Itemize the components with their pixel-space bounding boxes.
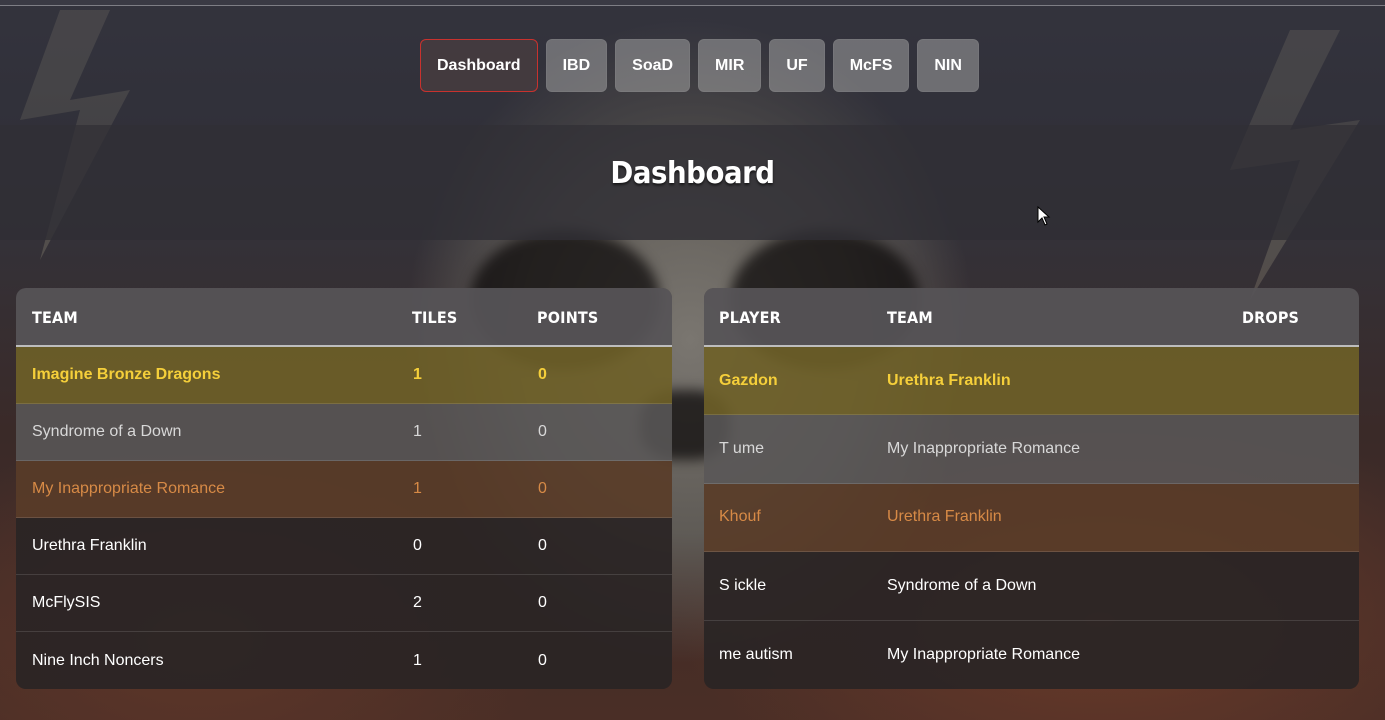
table-row: Nine Inch Noncers 1 0 [16, 632, 672, 689]
teams-table: TEAM TILES POINTS Imagine Bronze Dragons… [16, 288, 672, 689]
players-table-header: PLAYER TEAM DROPS [704, 288, 1359, 347]
players-table: PLAYER TEAM DROPS Gazdon Urethra Frankli… [704, 288, 1359, 689]
team-name: Urethra Franklin [32, 537, 147, 554]
page-title: Dashboard [610, 156, 775, 191]
player-name: Gazdon [719, 371, 778, 389]
table-row: T ume My Inappropriate Romance [704, 415, 1359, 484]
header-points[interactable]: POINTS [537, 308, 598, 327]
team-name: Syndrome of a Down [32, 423, 182, 440]
mouse-cursor-icon [1037, 206, 1051, 226]
team-tiles: 0 [413, 537, 422, 554]
table-row: S ickle Syndrome of a Down [704, 552, 1359, 621]
table-row: My Inappropriate Romance 1 0 [16, 461, 672, 518]
table-row: Gazdon Urethra Franklin [704, 347, 1359, 416]
table-row: me autism My Inappropriate Romance [704, 620, 1359, 689]
team-tiles: 2 [413, 594, 422, 611]
nav-button-mir[interactable]: MIR [698, 39, 762, 92]
header-drops[interactable]: DROPS [1242, 308, 1299, 327]
player-name: T ume [719, 440, 765, 458]
nav-button-dashboard[interactable]: Dashboard [420, 39, 538, 92]
player-team: Urethra Franklin [887, 371, 1011, 389]
player-team: Syndrome of a Down [887, 576, 1037, 594]
team-name: Nine Inch Noncers [32, 651, 164, 669]
team-points: 0 [538, 537, 547, 554]
header-player[interactable]: PLAYER [719, 308, 781, 327]
header-team[interactable]: TEAM [887, 308, 933, 327]
nav-button-nin[interactable]: NIN [917, 39, 979, 92]
team-name: McFlySIS [32, 594, 101, 611]
nav-button-mcfs[interactable]: McFS [832, 39, 910, 92]
teams-table-header: TEAM TILES POINTS [16, 288, 672, 347]
table-row: Imagine Bronze Dragons 1 0 [16, 347, 672, 404]
nav-button-soad[interactable]: SoaD [615, 39, 691, 92]
team-points: 0 [538, 594, 547, 611]
table-row: Urethra Franklin 0 0 [16, 518, 672, 575]
team-points: 0 [538, 366, 547, 383]
team-tiles: 1 [413, 366, 422, 383]
table-row: Syndrome of a Down 1 0 [16, 404, 672, 461]
team-tiles: 1 [413, 651, 422, 669]
team-points: 0 [538, 651, 547, 669]
team-points: 0 [538, 480, 547, 497]
team-name: Imagine Bronze Dragons [32, 366, 221, 383]
table-row: Khouf Urethra Franklin [704, 483, 1359, 553]
team-points: 0 [538, 423, 547, 440]
team-tiles: 1 [413, 480, 422, 497]
player-team: My Inappropriate Romance [887, 645, 1080, 663]
player-name: me autism [719, 645, 793, 663]
team-name: My Inappropriate Romance [32, 480, 225, 497]
team-tiles: 1 [413, 423, 422, 440]
table-row: McFlySIS 2 0 [16, 575, 672, 632]
header-tiles[interactable]: TILES [412, 308, 457, 327]
header-team[interactable]: TEAM [32, 308, 78, 327]
player-team: Urethra Franklin [887, 508, 1002, 526]
team-nav: Dashboard IBD SoaD MIR UF McFS NIN [420, 39, 979, 92]
player-name: Khouf [719, 508, 761, 526]
nav-button-ibd[interactable]: IBD [545, 39, 608, 92]
player-team: My Inappropriate Romance [887, 440, 1080, 458]
player-name: S ickle [719, 576, 767, 594]
nav-button-uf[interactable]: UF [769, 39, 825, 92]
